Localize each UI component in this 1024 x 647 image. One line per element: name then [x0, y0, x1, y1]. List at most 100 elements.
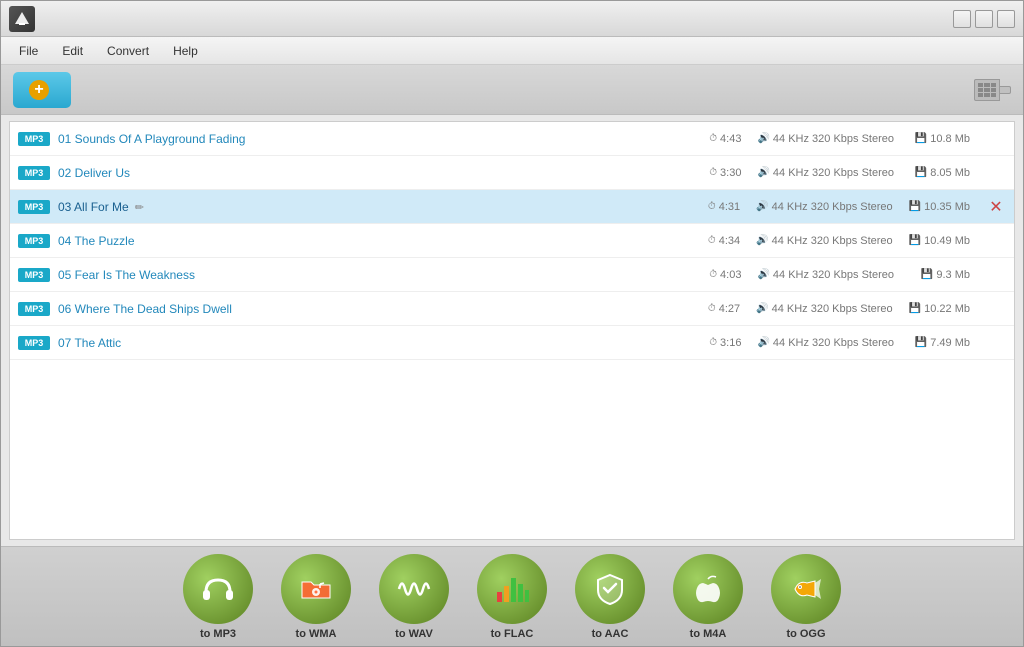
- aac-label: to AAC: [592, 628, 629, 640]
- app-logo: [9, 6, 35, 32]
- wav-label: to WAV: [395, 628, 433, 640]
- track-name: 05 Fear Is The Weakness: [58, 268, 709, 282]
- speaker-icon: 🔊: [757, 167, 769, 178]
- toggle-grid-icon: [974, 79, 1000, 101]
- menu-file[interactable]: File: [9, 41, 48, 61]
- ogg-label: to OGG: [786, 628, 825, 640]
- disk-icon: 💾: [921, 269, 933, 280]
- wma-label: to WMA: [296, 628, 337, 640]
- track-list[interactable]: MP3 01 Sounds Of A Playground Fading ⏱ 4…: [9, 121, 1015, 540]
- toggle-off-label: [1000, 86, 1011, 94]
- disk-icon: 💾: [915, 167, 927, 178]
- speaker-icon: 🔊: [756, 303, 768, 314]
- track-name: 04 The Puzzle: [58, 234, 708, 248]
- convert-wma-button[interactable]: to WMA: [281, 554, 351, 640]
- track-quality: 🔊 44 KHz 320 Kbps Stereo: [756, 235, 893, 247]
- wav-circle: [379, 554, 449, 624]
- track-row[interactable]: MP3 01 Sounds Of A Playground Fading ⏱ 4…: [10, 122, 1014, 156]
- title-bar: [1, 1, 1023, 37]
- track-name: 01 Sounds Of A Playground Fading: [58, 132, 709, 146]
- add-audio-button[interactable]: +: [13, 72, 71, 108]
- track-size: 💾 10.49 Mb: [909, 235, 970, 247]
- menu-edit[interactable]: Edit: [52, 41, 93, 61]
- track-quality: 🔊 44 KHz 320 Kbps Stereo: [757, 337, 894, 349]
- clock-icon: ⏱: [708, 303, 716, 314]
- track-size: 💾 10.35 Mb: [909, 201, 970, 213]
- track-duration: ⏱ 3:16: [709, 337, 741, 349]
- convert-aac-button[interactable]: to AAC: [575, 554, 645, 640]
- convert-wav-button[interactable]: to WAV: [379, 554, 449, 640]
- wma-circle: [281, 554, 351, 624]
- track-name: 03 All For Me✏: [58, 200, 708, 214]
- flac-circle: [477, 554, 547, 624]
- convert-m4a-button[interactable]: to M4A: [673, 554, 743, 640]
- track-quality: 🔊 44 KHz 320 Kbps Stereo: [757, 269, 894, 281]
- track-row[interactable]: MP3 06 Where The Dead Ships Dwell ⏱ 4:27…: [10, 292, 1014, 326]
- remove-button[interactable]: ✕: [986, 197, 1006, 217]
- menu-help[interactable]: Help: [163, 41, 208, 61]
- track-row[interactable]: MP3 07 The Attic ⏱ 3:16 🔊 44 KHz 320 Kbp…: [10, 326, 1014, 360]
- menu-convert[interactable]: Convert: [97, 41, 159, 61]
- convert-flac-button[interactable]: to FLAC: [477, 554, 547, 640]
- toolbar: +: [1, 65, 1023, 115]
- track-quality: 🔊 44 KHz 320 Kbps Stereo: [756, 201, 893, 213]
- disk-icon: 💾: [915, 337, 927, 348]
- aac-circle: [575, 554, 645, 624]
- close-button[interactable]: [997, 10, 1015, 28]
- mp3-label: to MP3: [200, 628, 236, 640]
- track-duration: ⏱ 4:34: [708, 235, 740, 247]
- menu-bar: File Edit Convert Help: [1, 37, 1023, 65]
- track-name: 07 The Attic: [58, 336, 709, 350]
- track-size: 💾 7.49 Mb: [910, 337, 970, 349]
- disk-icon: 💾: [915, 133, 927, 144]
- track-name: 02 Deliver Us: [58, 166, 709, 180]
- mp3-badge: MP3: [18, 200, 50, 214]
- m4a-circle: [673, 554, 743, 624]
- mp3-badge: MP3: [18, 268, 50, 282]
- flac-label: to FLAC: [491, 628, 534, 640]
- track-row[interactable]: MP3 04 The Puzzle ⏱ 4:34 🔊 44 KHz 320 Kb…: [10, 224, 1014, 258]
- join-toggle[interactable]: [974, 79, 1011, 101]
- join-files-section: [966, 79, 1011, 101]
- track-meta: ⏱ 3:30 🔊 44 KHz 320 Kbps Stereo 💾 8.05 M…: [709, 167, 970, 179]
- mp3-badge: MP3: [18, 302, 50, 316]
- speaker-icon: 🔊: [756, 201, 768, 212]
- speaker-icon: 🔊: [756, 235, 768, 246]
- track-duration: ⏱ 4:03: [709, 269, 741, 281]
- ogg-circle: [771, 554, 841, 624]
- mp3-badge: MP3: [18, 336, 50, 350]
- track-meta: ⏱ 3:16 🔊 44 KHz 320 Kbps Stereo 💾 7.49 M…: [709, 337, 970, 349]
- track-quality: 🔊 44 KHz 320 Kbps Stereo: [756, 303, 893, 315]
- convert-mp3-button[interactable]: to MP3: [183, 554, 253, 640]
- track-size: 💾 10.8 Mb: [910, 133, 970, 145]
- track-row[interactable]: MP3 02 Deliver Us ⏱ 3:30 🔊 44 KHz 320 Kb…: [10, 156, 1014, 190]
- track-duration: ⏱ 4:31: [708, 201, 740, 213]
- disk-icon: 💾: [909, 201, 921, 212]
- minimize-button[interactable]: [953, 10, 971, 28]
- clock-icon: ⏱: [709, 133, 717, 144]
- track-row[interactable]: MP3 05 Fear Is The Weakness ⏱ 4:03 🔊 44 …: [10, 258, 1014, 292]
- track-meta: ⏱ 4:34 🔊 44 KHz 320 Kbps Stereo 💾 10.49 …: [708, 235, 970, 247]
- menu-items: File Edit Convert Help: [9, 41, 208, 61]
- clock-icon: ⏱: [709, 269, 717, 280]
- maximize-button[interactable]: [975, 10, 993, 28]
- add-icon: +: [29, 80, 49, 100]
- window-controls: [953, 10, 1015, 28]
- m4a-label: to M4A: [690, 628, 727, 640]
- track-size: 💾 8.05 Mb: [910, 167, 970, 179]
- mp3-circle: [183, 554, 253, 624]
- disk-icon: 💾: [909, 235, 921, 246]
- convert-ogg-button[interactable]: to OGG: [771, 554, 841, 640]
- clock-icon: ⏱: [708, 235, 716, 246]
- clock-icon: ⏱: [708, 201, 716, 212]
- clock-icon: ⏱: [709, 167, 717, 178]
- speaker-icon: 🔊: [757, 269, 769, 280]
- track-name: 06 Where The Dead Ships Dwell: [58, 302, 708, 316]
- track-quality: 🔊 44 KHz 320 Kbps Stereo: [757, 133, 894, 145]
- mp3-badge: MP3: [18, 132, 50, 146]
- track-meta: ⏱ 4:03 🔊 44 KHz 320 Kbps Stereo 💾 9.3 Mb: [709, 269, 970, 281]
- convert-bar: to MP3 to WMA to WAV to FLAC to AAC to M…: [1, 546, 1023, 646]
- main-window: File Edit Convert Help + MP3: [0, 0, 1024, 647]
- edit-icon[interactable]: ✏: [135, 202, 144, 214]
- track-row[interactable]: MP3 03 All For Me✏ ⏱ 4:31 🔊 44 KHz 320 K…: [10, 190, 1014, 224]
